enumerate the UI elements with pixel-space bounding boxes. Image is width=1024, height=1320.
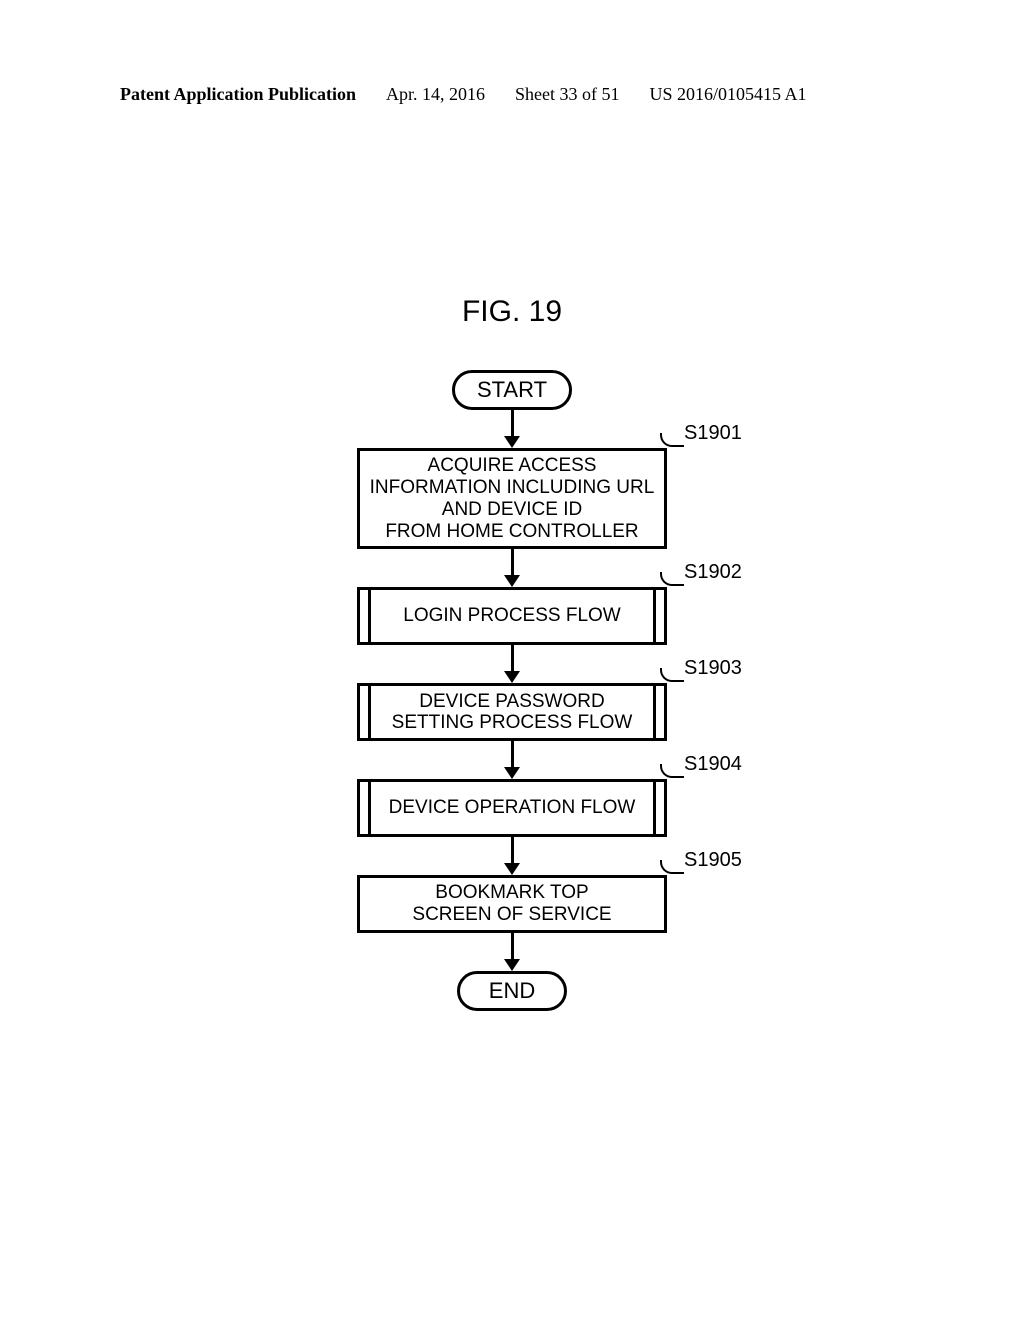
subprocess-text-s1902: LOGIN PROCESS FLOW [368,590,656,642]
start-terminator: START [452,370,572,410]
subprocess-s1904: DEVICE OPERATION FLOW [357,779,667,837]
header-pubnum: US 2016/0105415 A1 [650,84,807,105]
subprocess-s1903: DEVICE PASSWORD SETTING PROCESS FLOW [357,683,667,741]
figure-title: FIG. 19 [0,295,1024,329]
subprocess-s1902: LOGIN PROCESS FLOW [357,587,667,645]
step-label-s1905: S1905 [684,849,742,872]
flowchart: START S1901 ACQUIRE ACCESS INFORMATION I… [0,370,1024,1011]
header-date: Apr. 14, 2016 [386,84,485,105]
arrow-s1901: S1901 [504,410,520,448]
end-terminator: END [457,971,567,1011]
step-label-s1904: S1904 [684,753,742,776]
arrow-s1902: S1902 [504,549,520,587]
arrow-end [504,933,520,971]
subprocess-text-s1904: DEVICE OPERATION FLOW [368,782,656,834]
step-label-s1903: S1903 [684,657,742,680]
subprocess-text-s1903: DEVICE PASSWORD SETTING PROCESS FLOW [368,686,656,738]
arrow-s1905: S1905 [504,837,520,875]
header-sheet: Sheet 33 of 51 [515,84,619,105]
step-label-s1902: S1902 [684,561,742,584]
process-s1905: BOOKMARK TOP SCREEN OF SERVICE [357,875,667,933]
arrow-s1903: S1903 [504,645,520,683]
page-header: Patent Application Publication Apr. 14, … [0,84,1024,105]
process-s1901: ACQUIRE ACCESS INFORMATION INCLUDING URL… [357,448,667,549]
arrow-s1904: S1904 [504,741,520,779]
step-label-s1901: S1901 [684,422,742,445]
header-pub-label: Patent Application Publication [120,84,356,105]
